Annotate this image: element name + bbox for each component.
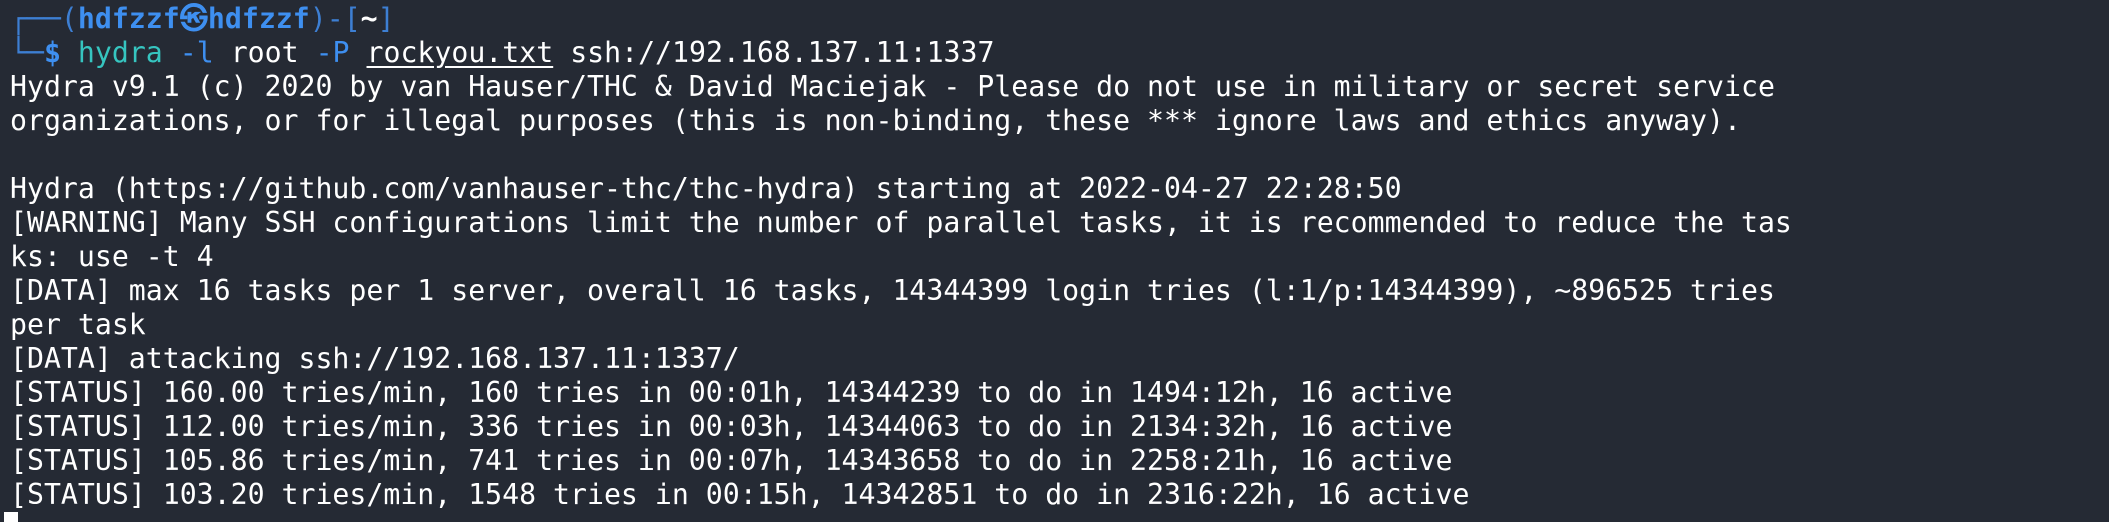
terminal-window[interactable]: ┌──(hdfzzf㉿hdfzzf)-[~] └─$ hydra -l root…	[0, 0, 2109, 522]
output-line: [STATUS] 103.20 tries/min, 1548 tries in…	[10, 478, 1470, 511]
output-line: Hydra v9.1 (c) 2020 by van Hauser/THC & …	[10, 70, 1775, 103]
command-flag-p: -P	[315, 36, 350, 69]
output-line: [STATUS] 105.86 tries/min, 741 tries in …	[10, 444, 1453, 477]
prompt-bracket-mid: )-[	[309, 2, 361, 35]
prompt-bracket-end: ]	[377, 2, 395, 35]
prompt-box-bottom: └─	[10, 36, 44, 69]
terminal-cursor	[4, 512, 18, 522]
command-line: └─$ hydra -l root -P rockyou.txt ssh://1…	[10, 36, 994, 70]
prompt-path: ~	[360, 2, 378, 35]
output-line: Hydra (https://github.com/vanhauser-thc/…	[10, 172, 1402, 205]
prompt-user: hdfzzf	[77, 2, 180, 35]
output-line: [DATA] max 16 tasks per 1 server, overal…	[10, 274, 1775, 307]
command-program: hydra	[77, 36, 163, 69]
prompt-box-top: ┌──(	[10, 2, 78, 35]
output-line: organizations, or for illegal purposes (…	[10, 104, 1741, 137]
output-line: [WARNING] Many SSH configurations limit …	[10, 206, 1792, 239]
prompt-host: hdfzzf	[207, 2, 310, 35]
command-target: ssh://192.168.137.11:1337	[570, 36, 995, 69]
output-line: [STATUS] 160.00 tries/min, 160 tries in …	[10, 376, 1453, 409]
prompt-dollar: $	[43, 36, 61, 69]
output-line: ks: use -t 4	[10, 240, 214, 273]
output-line: [DATA] attacking ssh://192.168.137.11:13…	[10, 342, 740, 375]
output-line: [STATUS] 112.00 tries/min, 336 tries in …	[10, 410, 1453, 443]
command-flag-l: -l	[179, 36, 214, 69]
output-line: per task	[10, 308, 146, 341]
kali-separator-icon: ㉿	[179, 2, 208, 35]
command-wordlist: rockyou.txt	[366, 36, 554, 69]
command-user-arg: root	[230, 36, 299, 69]
prompt-header-line: ┌──(hdfzzf㉿hdfzzf)-[~]	[10, 2, 395, 36]
